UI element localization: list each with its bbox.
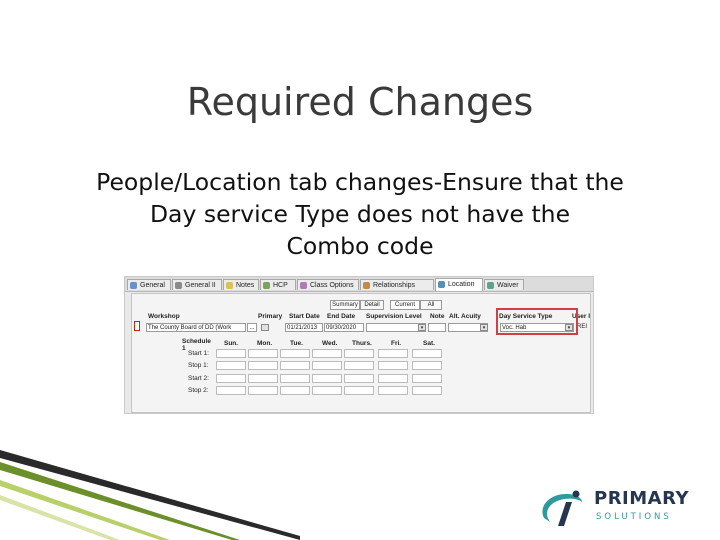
note-cell[interactable] <box>428 323 446 332</box>
schedule-time-cell[interactable] <box>280 374 310 383</box>
day-thurs: Thurs. <box>352 340 372 347</box>
schedule-time-cell[interactable] <box>312 349 342 358</box>
filter-current[interactable]: Current <box>390 300 420 310</box>
col-note: Note <box>430 313 445 320</box>
schedule-time-cell[interactable] <box>378 349 408 358</box>
location-tab-screenshot: General General II Notes HCP Class Optio… <box>124 276 594 414</box>
logo-primary-text: PRIMARY <box>594 488 690 509</box>
col-alt-acuity: Alt. Acuity <box>449 313 481 320</box>
schedule-time-cell[interactable] <box>378 374 408 383</box>
schedule-time-cell[interactable] <box>412 361 442 370</box>
body-line: Day service Type does not have the <box>149 200 571 228</box>
schedule-time-cell[interactable] <box>344 386 374 395</box>
logo-swoosh-icon <box>542 490 582 526</box>
schedule-time-cell[interactable] <box>412 349 442 358</box>
day-fri: Fri. <box>391 340 402 347</box>
day-tue: Tue. <box>290 340 303 347</box>
col-primary: Primary <box>258 313 283 320</box>
workshop-lookup-button[interactable]: ... <box>247 323 257 332</box>
supervision-level-cell[interactable] <box>366 323 426 332</box>
notes-icon <box>226 282 233 289</box>
tab-waiver[interactable]: Waiver <box>484 279 524 290</box>
schedule-time-cell[interactable] <box>412 374 442 383</box>
end-date-cell[interactable]: 09/30/2020 <box>324 323 364 332</box>
slide-body: People/Location tab changes-Ensure that … <box>55 166 665 262</box>
col-start-date: Start Date <box>289 313 320 320</box>
col-supervision-level: Supervision Level <box>366 313 422 320</box>
schedule-row-start-1: Start 1: <box>188 350 209 357</box>
primary-checkbox[interactable] <box>261 324 269 331</box>
schedule-row-stop-1: Stop 1: <box>188 362 209 369</box>
schedule-time-cell[interactable] <box>280 361 310 370</box>
gear-icon <box>175 282 182 289</box>
location-panel: Summary Detail Current All Workshop Prim… <box>131 293 591 413</box>
tab-general[interactable]: General <box>127 279 171 290</box>
slide-title: Required Changes <box>186 80 534 124</box>
tab-bar: General General II Notes HCP Class Optio… <box>125 277 593 292</box>
schedule-time-cell[interactable] <box>312 361 342 370</box>
schedule-time-cell[interactable] <box>248 361 278 370</box>
schedule-time-cell[interactable] <box>412 386 442 395</box>
body-line: Combo code <box>286 232 434 260</box>
schedule-time-cell[interactable] <box>248 386 278 395</box>
hcp-icon <box>263 282 270 289</box>
schedule-time-cell[interactable] <box>344 374 374 383</box>
day-sat: Sat. <box>423 340 435 347</box>
schedule-row-start-2: Start 2: <box>188 375 209 382</box>
relationships-icon <box>363 282 370 289</box>
schedule-time-cell[interactable] <box>248 374 278 383</box>
schedule-time-cell[interactable] <box>378 386 408 395</box>
body-line: People/Location tab changes-Ensure that … <box>96 168 624 196</box>
class-options-icon <box>300 282 307 289</box>
primary-solutions-logo: PRIMARY SOLUTIONS <box>536 488 696 528</box>
supervision-dropdown-arrow[interactable]: ▾ <box>418 324 426 331</box>
col-end-date: End Date <box>327 313 356 320</box>
tab-location[interactable]: Location <box>435 278 483 291</box>
tab-notes[interactable]: Notes <box>223 279 259 290</box>
waiver-icon <box>487 282 494 289</box>
day-wed: Wed. <box>322 340 338 347</box>
tab-relationships[interactable]: Relationships <box>360 279 434 290</box>
start-date-cell[interactable]: 01/21/2013 <box>285 323 323 332</box>
day-service-type-highlight <box>496 308 578 335</box>
row-indicator <box>134 321 140 331</box>
schedule-time-cell[interactable] <box>216 386 246 395</box>
logo-solutions-text: SOLUTIONS <box>596 512 672 522</box>
schedule-time-cell[interactable] <box>344 361 374 370</box>
filter-detail[interactable]: Detail <box>360 300 384 310</box>
location-icon <box>438 281 445 288</box>
schedule-row-stop-2: Stop 2: <box>188 387 209 394</box>
schedule-time-cell[interactable] <box>248 349 278 358</box>
schedule-time-cell[interactable] <box>312 386 342 395</box>
schedule-time-cell[interactable] <box>280 386 310 395</box>
schedule-time-cell[interactable] <box>280 349 310 358</box>
filter-summary[interactable]: Summary <box>330 300 360 310</box>
user-cell: REI <box>577 324 588 330</box>
tab-general-ii[interactable]: General II <box>172 279 222 290</box>
schedule-time-cell[interactable] <box>378 361 408 370</box>
day-sun: Sun. <box>224 340 239 347</box>
filter-all[interactable]: All <box>420 300 442 310</box>
schedule-time-cell[interactable] <box>216 349 246 358</box>
day-mon: Mon. <box>257 340 273 347</box>
schedule-time-cell[interactable] <box>216 361 246 370</box>
col-workshop: Workshop <box>148 313 180 320</box>
workshop-cell[interactable]: The County Board of DD (Work <box>146 323 246 332</box>
schedule-time-cell[interactable] <box>344 349 374 358</box>
schedule-time-cell[interactable] <box>216 374 246 383</box>
alt-acuity-dropdown-arrow[interactable]: ▾ <box>480 324 488 331</box>
tab-class-options[interactable]: Class Options <box>297 279 359 290</box>
tab-hcp[interactable]: HCP <box>260 279 296 290</box>
schedule-time-cell[interactable] <box>312 374 342 383</box>
general-icon <box>130 282 137 289</box>
decorative-lines <box>0 450 300 540</box>
